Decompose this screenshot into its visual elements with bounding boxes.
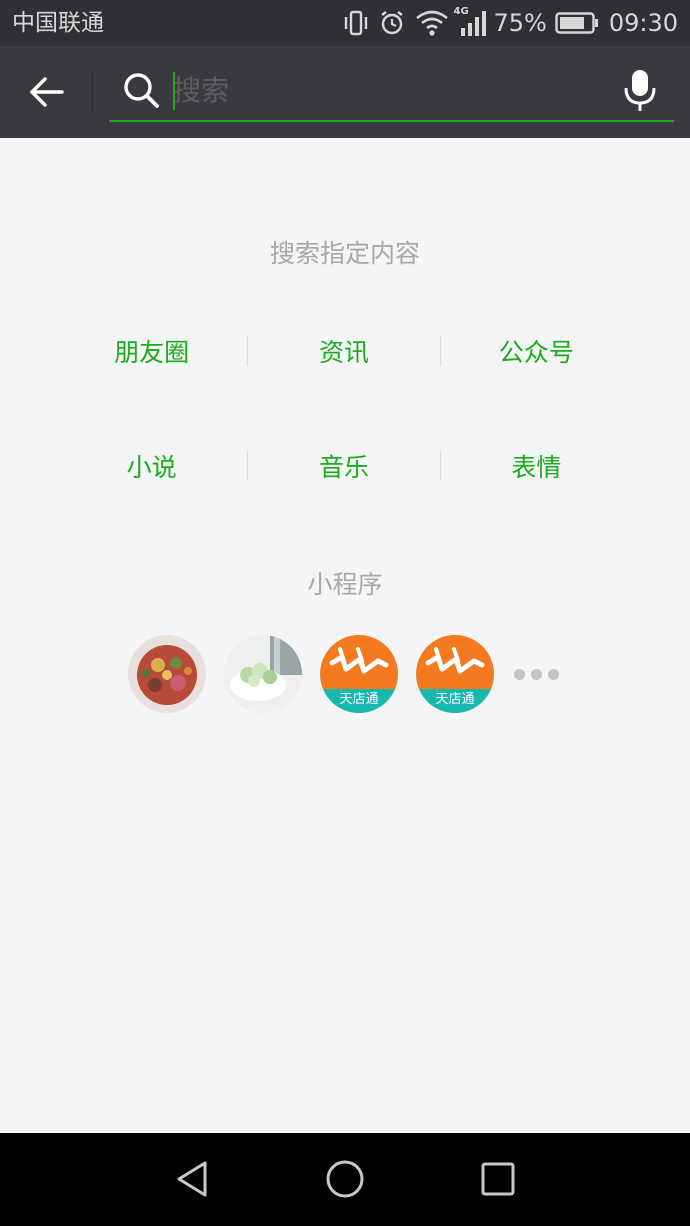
category-stickers[interactable]: 表情 — [441, 436, 632, 496]
search-field[interactable] — [109, 60, 674, 122]
text-cursor — [173, 72, 175, 110]
dot — [531, 668, 542, 680]
mini-programs-list: 天店通 天店通 — [128, 635, 565, 713]
category-music[interactable]: 音乐 — [248, 436, 439, 496]
wifi-icon — [415, 9, 449, 37]
more-dots-icon[interactable] — [514, 668, 565, 680]
category-novels[interactable]: 小说 — [56, 436, 247, 496]
nav-back-button[interactable] — [173, 1159, 213, 1199]
alarm-icon — [379, 9, 405, 37]
search-specific-title: 搜索指定内容 — [269, 239, 420, 268]
tiandiantong-label: 天店通 — [435, 692, 475, 707]
nav-recents-button[interactable] — [478, 1159, 518, 1199]
system-nav-bar — [0, 1133, 690, 1226]
clock: 09:30 — [608, 9, 678, 37]
arrow-left-icon — [30, 77, 64, 107]
search-suggestions-panel: 搜索指定内容 朋友圈 资讯 公众号 小说 音乐 表情 小程序 天店通 天店通 — [0, 138, 690, 1133]
toolbar-divider — [92, 70, 93, 114]
signal-icon: 4G — [453, 6, 493, 40]
mini-programs-title: 小程序 — [307, 570, 383, 599]
microphone-icon[interactable] — [620, 66, 660, 116]
search-underline — [109, 120, 674, 122]
mini-program-avatar-tiandiantong-2[interactable]: 天店通 — [416, 635, 494, 713]
food-photo-avatar — [128, 635, 206, 713]
carrier-name: 中国联通 — [12, 10, 104, 36]
nav-home-button[interactable] — [325, 1159, 365, 1199]
tiandiantong-label: 天店通 — [339, 692, 379, 707]
battery-icon — [555, 11, 599, 35]
mini-program-avatar-dessert[interactable] — [224, 635, 302, 713]
category-moments[interactable]: 朋友圈 — [56, 321, 247, 381]
search-input[interactable] — [173, 70, 613, 110]
status-bar: 中国联通 4G 75% 09:30 — [0, 0, 690, 46]
home-circle-icon — [326, 1160, 364, 1198]
category-row-1: 朋友圈 资讯 公众号 — [56, 321, 632, 381]
vibrate-icon — [343, 9, 369, 37]
mini-program-avatar-food[interactable] — [128, 635, 206, 713]
category-row-2: 小说 音乐 表情 — [56, 436, 632, 496]
search-icon — [121, 70, 161, 110]
back-triangle-icon — [177, 1161, 207, 1197]
search-toolbar — [0, 46, 690, 138]
battery-percent: 75% — [493, 9, 547, 37]
status-icons: 4G 75% 09:30 — [343, 6, 678, 40]
mini-program-avatar-tiandiantong[interactable]: 天店通 — [320, 635, 398, 713]
dot — [548, 668, 559, 680]
back-button[interactable] — [18, 66, 74, 118]
dot — [514, 668, 525, 680]
category-news[interactable]: 资讯 — [248, 321, 439, 381]
dessert-photo-avatar — [224, 635, 302, 713]
recents-square-icon — [481, 1162, 515, 1196]
category-official-accounts[interactable]: 公众号 — [441, 321, 632, 381]
